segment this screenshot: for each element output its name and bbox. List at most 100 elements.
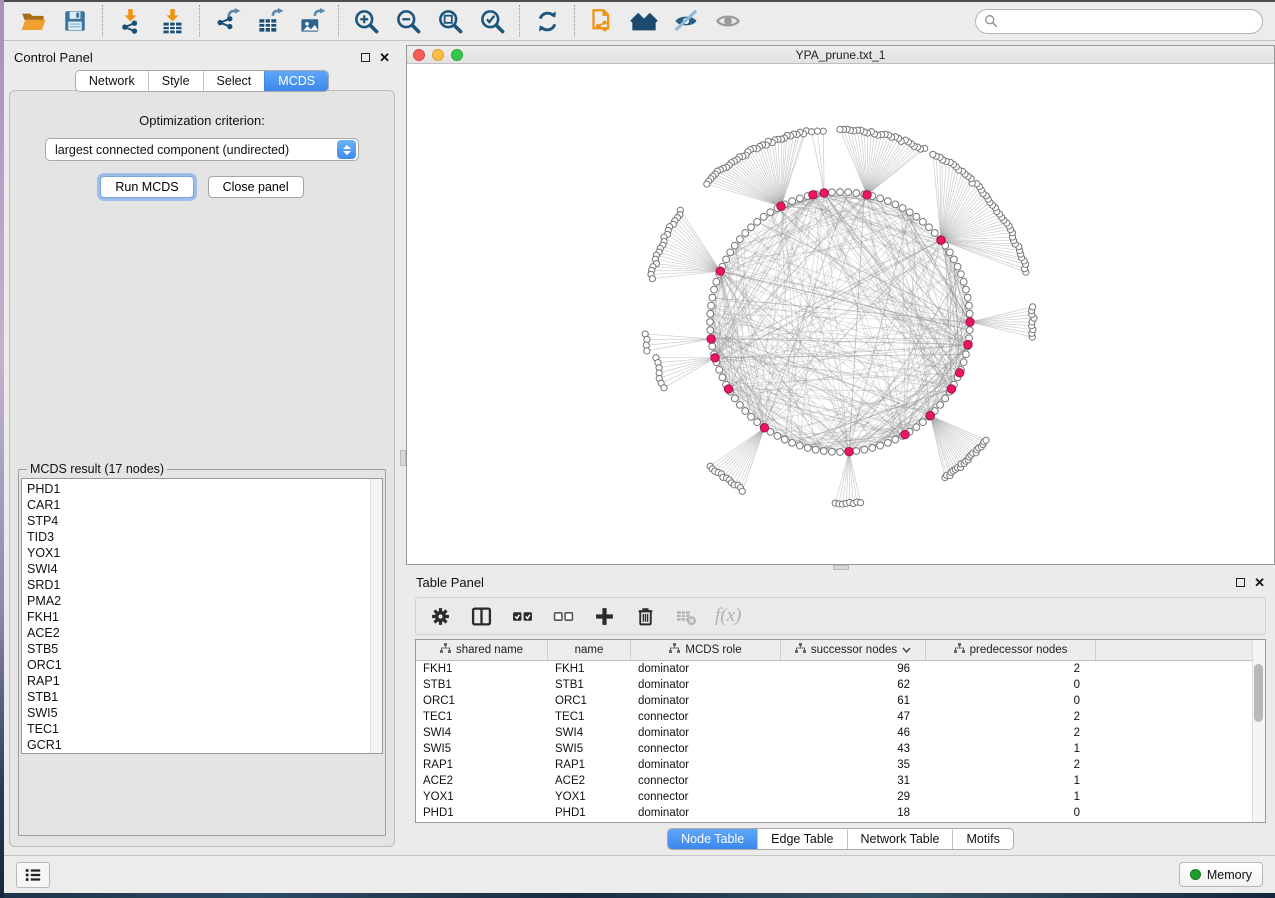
export-table-icon[interactable] bbox=[255, 7, 283, 35]
mcds-result-item[interactable]: TEC1 bbox=[27, 721, 382, 737]
table-row[interactable]: TEC1TEC1connector472 bbox=[416, 709, 1265, 725]
ring-node[interactable] bbox=[812, 446, 819, 453]
ring-node[interactable] bbox=[963, 351, 970, 358]
mcds-result-item[interactable]: TID3 bbox=[27, 529, 382, 545]
ring-node[interactable] bbox=[707, 319, 714, 326]
ring-node[interactable] bbox=[892, 201, 899, 208]
tab-mcds[interactable]: MCDS bbox=[264, 71, 328, 91]
table-row[interactable]: STB1STB1dominator620 bbox=[416, 677, 1265, 693]
ring-node[interactable] bbox=[964, 294, 971, 301]
mcds-result-item[interactable]: RAP1 bbox=[27, 673, 382, 689]
search-input[interactable] bbox=[998, 14, 1254, 28]
table-cell[interactable]: FKH1 bbox=[548, 661, 631, 677]
export-network-icon[interactable] bbox=[213, 7, 241, 35]
mcds-result-item[interactable]: PMA2 bbox=[27, 593, 382, 609]
table-cell[interactable]: YOX1 bbox=[548, 789, 631, 805]
table-options-gear-icon[interactable] bbox=[428, 604, 452, 628]
ring-node[interactable] bbox=[937, 401, 944, 408]
mcds-dominator-node[interactable] bbox=[966, 318, 974, 326]
table-cell[interactable]: 43 bbox=[781, 741, 926, 757]
ring-node[interactable] bbox=[877, 442, 884, 449]
table-cell[interactable]: STB1 bbox=[548, 677, 631, 693]
float-panel-icon[interactable] bbox=[1236, 578, 1245, 587]
export-image-icon[interactable] bbox=[297, 7, 325, 35]
ring-node[interactable] bbox=[707, 327, 714, 334]
table-cell[interactable]: connector bbox=[631, 789, 781, 805]
mcds-result-item[interactable]: SWI5 bbox=[27, 705, 382, 721]
table-cell[interactable]: 1 bbox=[926, 789, 1096, 805]
table-cell[interactable]: 29 bbox=[781, 789, 926, 805]
table-row[interactable]: PHD1PHD1dominator180 bbox=[416, 805, 1265, 821]
mcds-result-item[interactable]: ORC1 bbox=[27, 657, 382, 673]
criterion-select[interactable]: largest connected component (undirected) bbox=[45, 138, 359, 161]
splitter-grip[interactable] bbox=[400, 450, 406, 466]
mcds-dominator-node[interactable] bbox=[760, 424, 768, 432]
ring-node[interactable] bbox=[913, 213, 920, 220]
mcds-dominator-node[interactable] bbox=[901, 430, 909, 438]
ring-node[interactable] bbox=[892, 436, 899, 443]
mcds-dominator-node[interactable] bbox=[926, 411, 934, 419]
ring-node[interactable] bbox=[966, 310, 973, 317]
mcds-dominator-node[interactable] bbox=[777, 202, 785, 210]
table-row[interactable]: RAP1RAP1dominator352 bbox=[416, 757, 1265, 773]
table-cell[interactable]: TEC1 bbox=[548, 709, 631, 725]
table-cell[interactable]: 2 bbox=[926, 757, 1096, 773]
network-graph[interactable] bbox=[407, 64, 1274, 564]
mcds-result-item[interactable]: PHD1 bbox=[27, 481, 382, 497]
table-cell[interactable]: 2 bbox=[926, 725, 1096, 741]
table-cell[interactable]: 2 bbox=[926, 709, 1096, 725]
table-cell[interactable]: 1 bbox=[926, 741, 1096, 757]
table-row[interactable]: ORC1ORC1dominator610 bbox=[416, 693, 1265, 709]
mcds-result-item[interactable]: SWI4 bbox=[27, 561, 382, 577]
ring-node[interactable] bbox=[716, 366, 723, 373]
leaf-node[interactable] bbox=[644, 348, 650, 354]
leaf-node[interactable] bbox=[983, 437, 989, 443]
leaf-node[interactable] bbox=[649, 276, 655, 282]
ring-node[interactable] bbox=[727, 249, 734, 256]
ring-node[interactable] bbox=[926, 224, 933, 231]
ring-node[interactable] bbox=[913, 424, 920, 431]
clone-document-icon[interactable] bbox=[588, 7, 616, 35]
vertical-splitter[interactable] bbox=[400, 45, 406, 855]
ring-node[interactable] bbox=[736, 236, 743, 243]
table-cell[interactable]: SWI5 bbox=[416, 741, 548, 757]
mcds-dominator-node[interactable] bbox=[707, 335, 715, 343]
splitter-grip[interactable] bbox=[833, 565, 849, 570]
scrollbar-thumb[interactable] bbox=[1254, 664, 1263, 722]
tab-motifs[interactable]: Motifs bbox=[952, 829, 1012, 849]
import-network-icon[interactable] bbox=[116, 7, 144, 35]
ring-node[interactable] bbox=[804, 445, 811, 452]
column-header-predecessor-nodes[interactable]: predecessor nodes bbox=[926, 640, 1096, 660]
ring-node[interactable] bbox=[828, 189, 835, 196]
ring-node[interactable] bbox=[754, 218, 761, 225]
ring-node[interactable] bbox=[789, 439, 796, 446]
show-graphics-details-icon[interactable] bbox=[714, 7, 742, 35]
tab-network[interactable]: Network bbox=[76, 71, 148, 91]
mcds-result-item[interactable]: YOX1 bbox=[27, 545, 382, 561]
ring-node[interactable] bbox=[796, 195, 803, 202]
search-box[interactable] bbox=[975, 9, 1263, 34]
tab-node-table[interactable]: Node Table bbox=[668, 829, 757, 849]
mcds-dominator-node[interactable] bbox=[711, 354, 719, 362]
ring-node[interactable] bbox=[781, 436, 788, 443]
leaf-node[interactable] bbox=[820, 128, 826, 134]
task-history-button[interactable] bbox=[16, 862, 50, 888]
mcds-result-item[interactable]: STB5 bbox=[27, 641, 382, 657]
column-header-successor-nodes[interactable]: successor nodes bbox=[781, 640, 926, 660]
ring-node[interactable] bbox=[731, 395, 738, 402]
table-row[interactable]: SWI5SWI5connector431 bbox=[416, 741, 1265, 757]
mcds-dominator-node[interactable] bbox=[724, 385, 732, 393]
leaf-node[interactable] bbox=[857, 500, 863, 506]
ring-node[interactable] bbox=[709, 343, 716, 350]
table-cell[interactable]: PHD1 bbox=[416, 805, 548, 821]
show-columns-icon[interactable] bbox=[469, 604, 493, 628]
zoom-in-icon[interactable] bbox=[352, 7, 380, 35]
ring-node[interactable] bbox=[736, 401, 743, 408]
table-cell[interactable]: SWI5 bbox=[548, 741, 631, 757]
ring-node[interactable] bbox=[748, 413, 755, 420]
table-cell[interactable]: TEC1 bbox=[416, 709, 548, 725]
table-cell[interactable]: 31 bbox=[781, 773, 926, 789]
table-row[interactable]: FKH1FKH1dominator962 bbox=[416, 661, 1265, 677]
table-cell[interactable]: ORC1 bbox=[416, 693, 548, 709]
table-cell[interactable]: 62 bbox=[781, 677, 926, 693]
